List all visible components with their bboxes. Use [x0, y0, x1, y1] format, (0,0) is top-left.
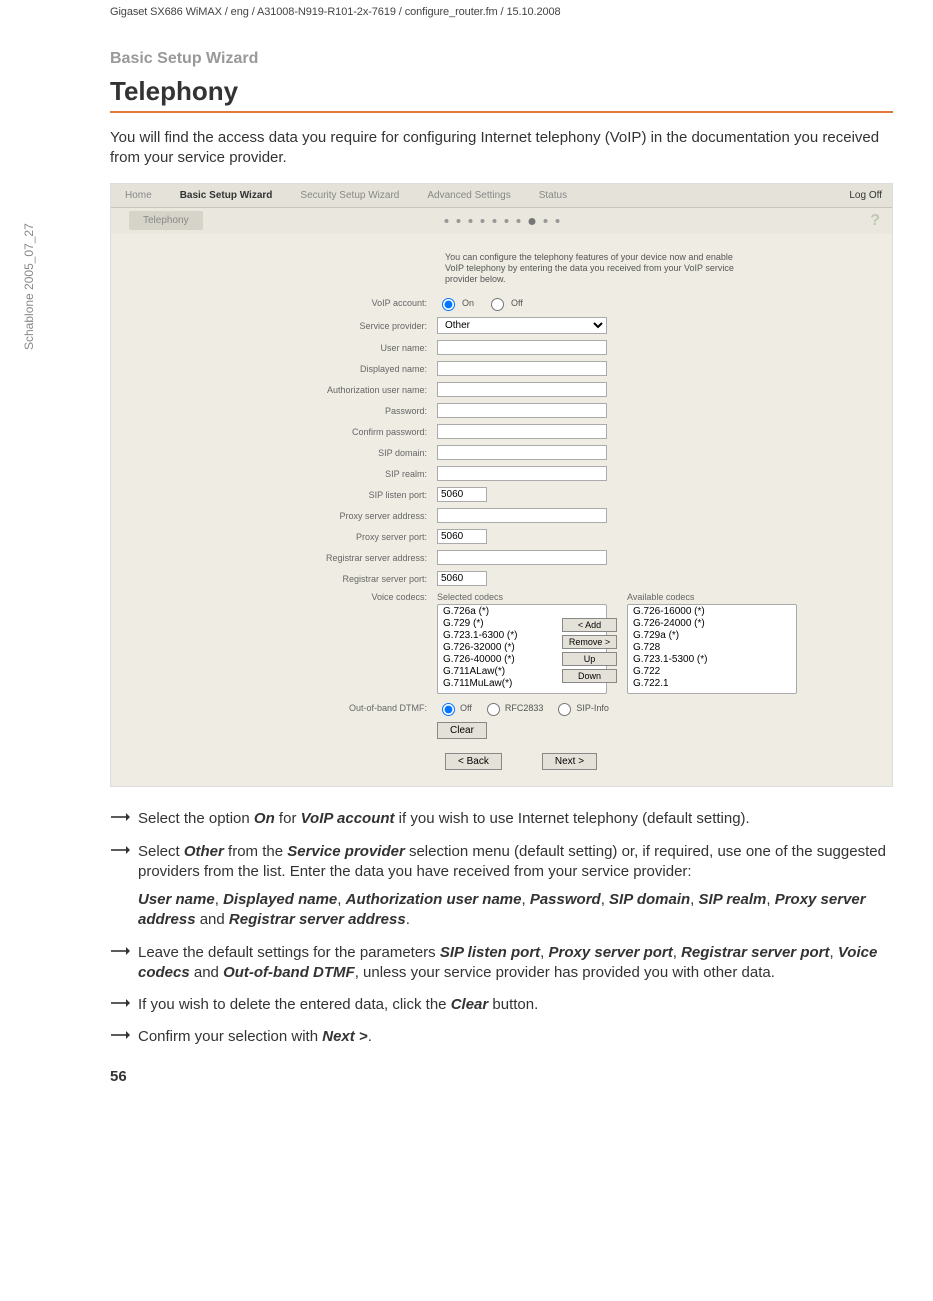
bullet-4: If you wish to delete the entered data, … [138, 995, 893, 1015]
instruction-list: Select the option On for VoIP account if… [110, 809, 893, 1047]
sip-listen-port-field[interactable] [437, 487, 487, 502]
sip-realm-field[interactable] [437, 466, 607, 481]
label-registrar-address: Registrar server address: [127, 553, 437, 563]
header-path: Gigaset SX686 WiMAX / eng / A31008-N919-… [110, 0, 893, 22]
confirm-password-field[interactable] [437, 424, 607, 439]
sub-bar: Telephony ? [111, 208, 892, 234]
dtmf-off-label: Off [460, 703, 472, 713]
form-area: You can configure the telephony features… [111, 234, 892, 787]
label-registrar-port: Registrar server port: [127, 574, 437, 584]
title-underline [110, 111, 893, 113]
down-button[interactable]: Down [562, 669, 617, 683]
voip-off-radio[interactable] [491, 298, 504, 311]
service-provider-select[interactable]: Other [437, 317, 607, 334]
back-button[interactable]: < Back [445, 753, 502, 770]
dtmf-rfc-radio[interactable] [487, 703, 500, 716]
label-user-name: User name: [127, 343, 437, 353]
label-proxy-address: Proxy server address: [127, 511, 437, 521]
voip-on-radio[interactable] [442, 298, 455, 311]
add-button[interactable]: < Add [562, 618, 617, 632]
voip-off-label: Off [511, 298, 523, 308]
auth-user-field[interactable] [437, 382, 607, 397]
registrar-port-field[interactable] [437, 571, 487, 586]
logoff-link[interactable]: Log Off [849, 190, 882, 201]
displayed-name-field[interactable] [437, 361, 607, 376]
bullet-1: Select the option On for VoIP account if… [138, 809, 893, 829]
remove-button[interactable]: Remove > [562, 635, 617, 649]
label-password: Password: [127, 406, 437, 416]
dtmf-rfc-label: RFC2833 [505, 703, 544, 713]
up-button[interactable]: Up [562, 652, 617, 666]
tab-basic-setup[interactable]: Basic Setup Wizard [166, 184, 287, 207]
tab-advanced[interactable]: Advanced Settings [413, 184, 524, 207]
bullet-2: Select Other from the Service provider s… [138, 842, 893, 931]
help-icon[interactable]: ? [870, 212, 880, 230]
label-sip-listen-port: SIP listen port: [127, 490, 437, 500]
proxy-port-field[interactable] [437, 529, 487, 544]
arrow-icon [110, 943, 138, 984]
schablone-label: Schablone 2005_07_27 [22, 223, 36, 350]
label-oob-dtmf: Out-of-band DTMF: [127, 703, 437, 713]
tab-home[interactable]: Home [111, 184, 166, 207]
proxy-address-field[interactable] [437, 508, 607, 523]
label-confirm-password: Confirm password: [127, 427, 437, 437]
dtmf-sip-radio[interactable] [558, 703, 571, 716]
label-proxy-port: Proxy server port: [127, 532, 437, 542]
section-label: Basic Setup Wizard [110, 50, 893, 68]
dtmf-off-radio[interactable] [442, 703, 455, 716]
bullet-3: Leave the default settings for the param… [138, 943, 893, 984]
form-description: You can configure the telephony features… [445, 252, 745, 286]
wizard-progress-icon [444, 218, 559, 225]
label-sip-realm: SIP realm: [127, 469, 437, 479]
label-service-provider: Service provider: [127, 321, 437, 331]
selected-codecs-title: Selected codecs [437, 592, 552, 602]
label-auth-user: Authorization user name: [127, 385, 437, 395]
bullet-5: Confirm your selection with Next >. [138, 1027, 893, 1047]
subtab-telephony[interactable]: Telephony [129, 211, 203, 230]
label-displayed-name: Displayed name: [127, 364, 437, 374]
tab-security-setup[interactable]: Security Setup Wizard [286, 184, 413, 207]
intro-text: You will find the access data you requir… [110, 128, 893, 169]
clear-button[interactable]: Clear [437, 722, 487, 739]
page-number: 56 [110, 1068, 893, 1085]
page-title: Telephony [110, 76, 893, 107]
label-voip-account: VoIP account: [127, 298, 437, 308]
next-button[interactable]: Next > [542, 753, 597, 770]
sip-domain-field[interactable] [437, 445, 607, 460]
label-sip-domain: SIP domain: [127, 448, 437, 458]
password-field[interactable] [437, 403, 607, 418]
top-tabs: Home Basic Setup Wizard Security Setup W… [111, 184, 892, 208]
arrow-icon [110, 842, 138, 931]
arrow-icon [110, 995, 138, 1015]
tab-status[interactable]: Status [525, 184, 581, 207]
registrar-address-field[interactable] [437, 550, 607, 565]
dtmf-sip-label: SIP-Info [576, 703, 609, 713]
arrow-icon [110, 1027, 138, 1047]
arrow-icon [110, 809, 138, 829]
voip-on-label: On [462, 298, 474, 308]
router-ui-screenshot: Home Basic Setup Wizard Security Setup W… [110, 183, 893, 788]
label-voice-codecs: Voice codecs: [127, 592, 437, 602]
user-name-field[interactable] [437, 340, 607, 355]
available-codecs-title: Available codecs [627, 592, 742, 602]
available-codecs-list[interactable]: G.726-16000 (*)G.726-24000 (*)G.729a (*)… [627, 604, 797, 694]
